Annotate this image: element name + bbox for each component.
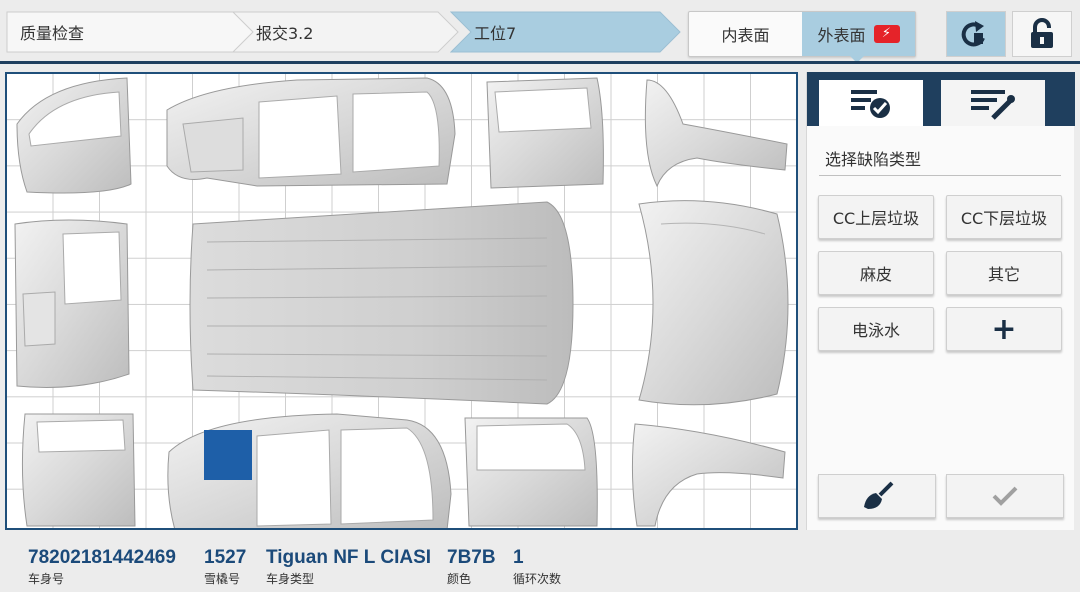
cycle-count-info: 1 循环次数 [513,547,561,587]
body-number-info: 78202181442469 车身号 [28,547,176,587]
hood-panel[interactable] [638,200,789,406]
side-frame-left-inner[interactable] [166,77,456,187]
body-type-value: Tiguan NF L CIASI [266,547,432,568]
defect-cc-upper-dirt-button[interactable]: CC上层垃圾 [818,195,934,239]
selected-defect-region[interactable] [204,430,252,480]
tab-defect-list[interactable] [819,80,923,126]
cycle-count-value: 1 [513,547,524,568]
tailgate-inner[interactable] [14,219,130,388]
defect-panel: 选择缺陷类型 CC上层垃圾 CC下层垃圾 麻皮 其它 电泳水 + [806,72,1075,530]
body-panel-canvas[interactable] [5,72,798,530]
skid-number-value: 1527 [204,547,247,568]
body-type-info: Tiguan NF L CIASI 车身类型 [266,547,431,587]
breadcrumb-quality-check[interactable]: 质量检查 [6,11,256,53]
defect-ed-water-button[interactable]: 电泳水 [818,307,934,351]
cycle-count-label: 循环次数 [513,572,562,586]
lock-button[interactable] [1012,11,1072,57]
color-value: 7B7B [447,547,496,568]
rotate-view-icon [961,21,985,47]
header-divider [0,61,1080,64]
breadcrumb-label: 质量检查 [20,24,85,43]
panel-title: 选择缺陷类型 [825,150,922,169]
body-number-value: 78202181442469 [28,547,176,568]
color-label: 颜色 [447,572,472,586]
fender-right[interactable] [631,423,786,527]
inner-surface-label: 内表面 [721,26,770,45]
outer-surface-button[interactable]: 外表面 ⚡ [802,12,915,63]
roof-panel[interactable] [189,201,574,405]
outer-surface-label: 外表面 [817,26,866,45]
confirm-button[interactable] [946,474,1064,518]
rear-door-left-inner[interactable] [486,77,604,189]
checkmark-icon [992,486,1018,506]
unlock-icon [1031,18,1053,48]
clear-button[interactable] [818,474,936,518]
panel-divider [819,175,1061,176]
skid-number-info: 1527 雪橇号 [204,547,246,587]
inner-surface-button[interactable]: 内表面 [689,12,802,56]
surface-toggle: 内表面 外表面 ⚡ [688,11,916,63]
breadcrumb-station[interactable]: 工位7 [450,11,682,53]
breadcrumb: 质量检查 报交3.2 工位7 [6,11,682,53]
breadcrumb-label: 工位7 [474,24,517,43]
skid-number-label: 雪橇号 [204,572,241,586]
broom-icon [864,481,894,509]
tab-edit-tools[interactable] [941,80,1045,126]
defect-orange-peel-button[interactable]: 麻皮 [818,251,934,295]
breadcrumb-report[interactable]: 报交3.2 [232,11,460,53]
add-defect-button[interactable]: + [946,307,1062,351]
color-info: 7B7B 颜色 [447,547,496,587]
body-number-label: 车身号 [28,572,65,586]
rotate-view-button[interactable] [946,11,1006,57]
front-door-left-inner[interactable] [16,77,132,194]
fender-left[interactable] [644,79,788,188]
rear-door-right-inner[interactable] [21,413,136,527]
defect-other-button[interactable]: 其它 [946,251,1062,295]
edit-tools-icon [971,90,1015,120]
defect-cc-lower-dirt-button[interactable]: CC下层垃圾 [946,195,1062,239]
front-door-right-inner[interactable] [464,417,598,527]
defect-list-check-icon [851,90,890,118]
lightning-icon: ⚡ [873,25,900,43]
body-type-label: 车身类型 [266,572,315,586]
breadcrumb-label: 报交3.2 [256,24,314,43]
